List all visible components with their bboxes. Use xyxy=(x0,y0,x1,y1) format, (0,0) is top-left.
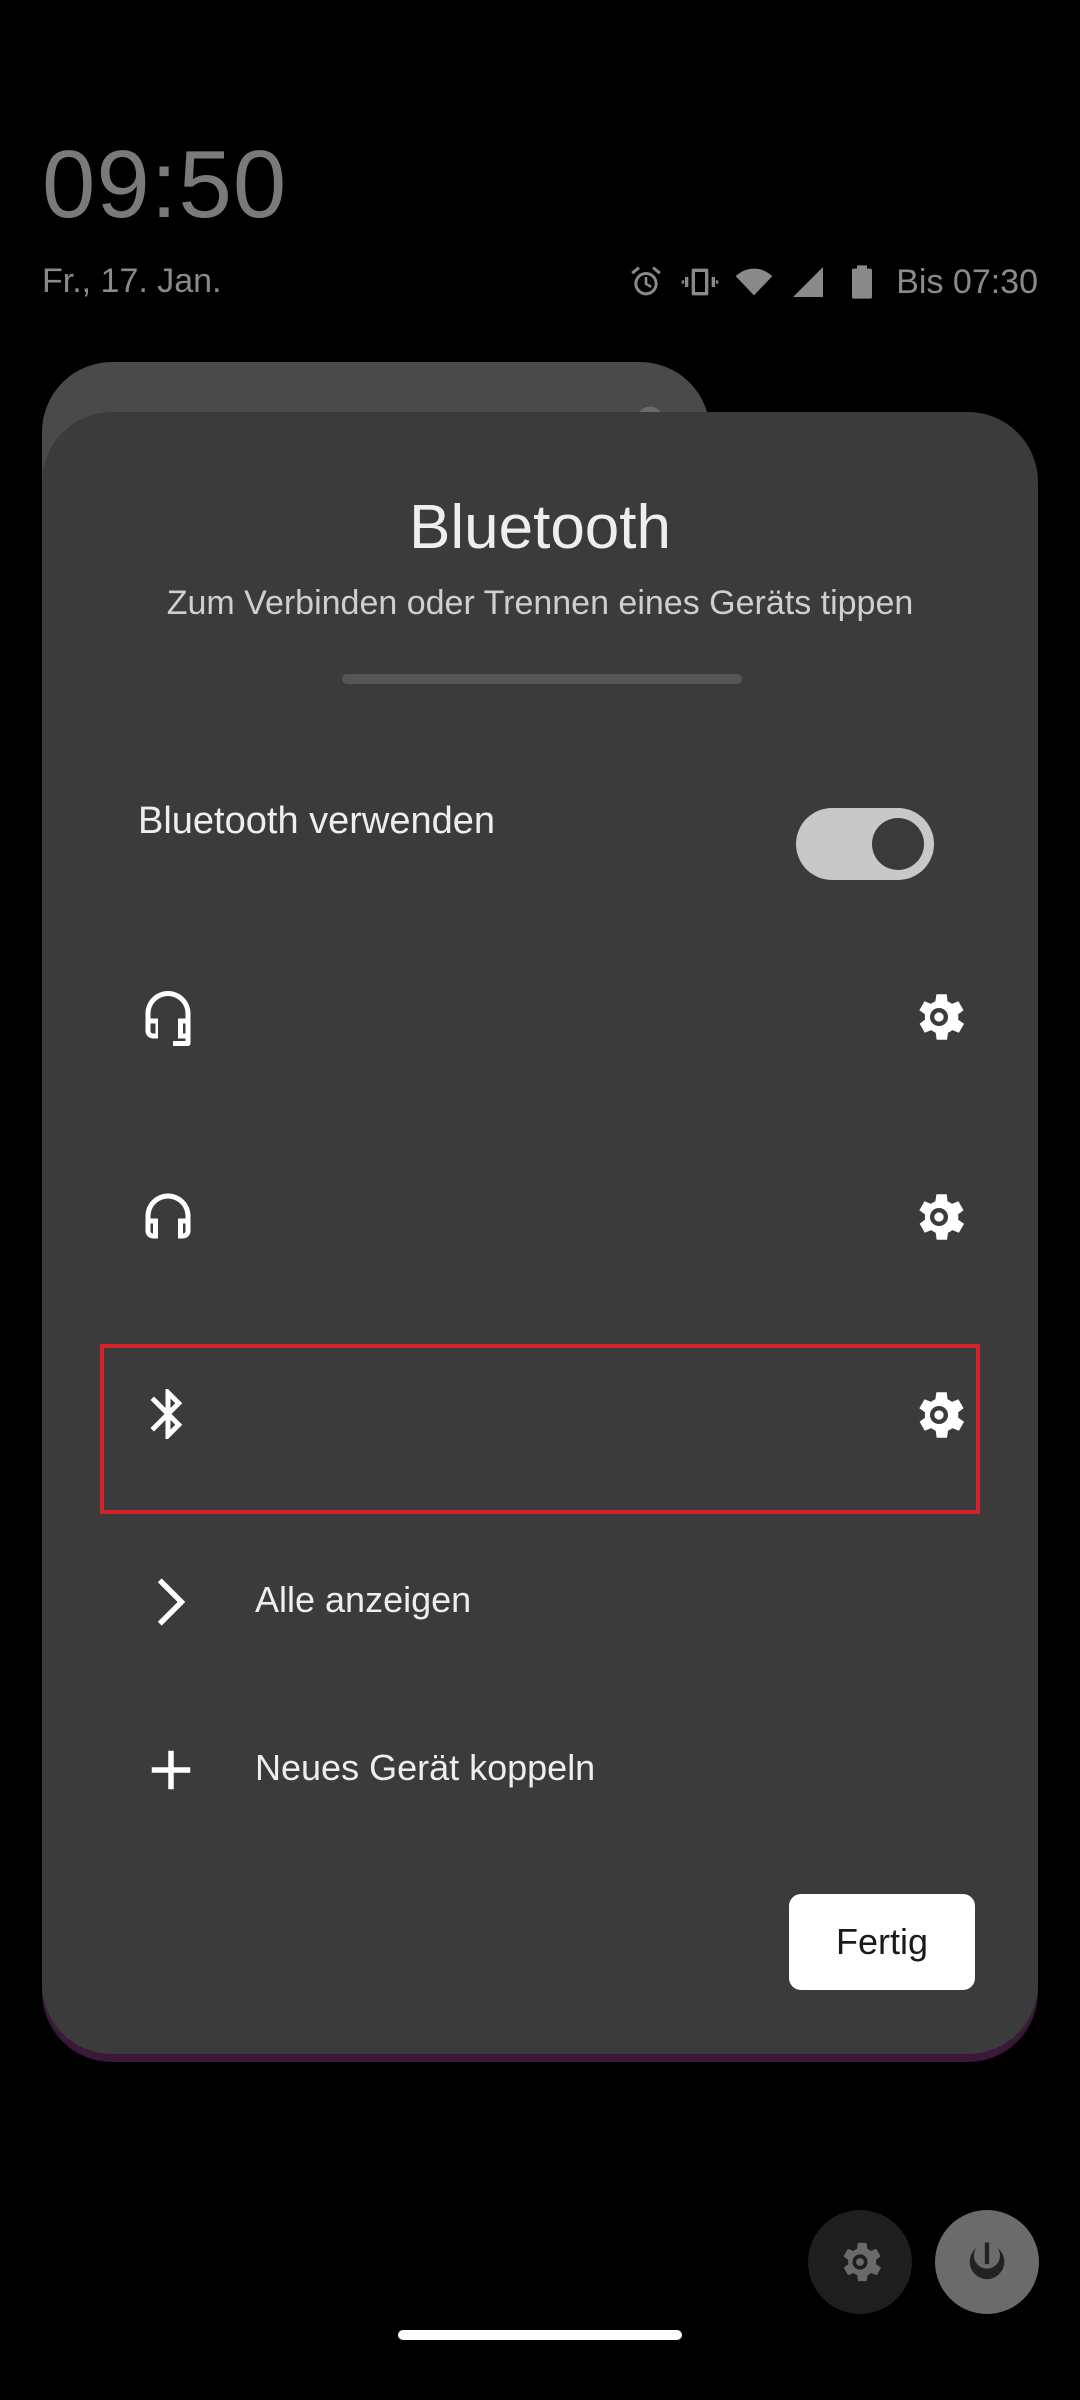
show-all-label: Alle anzeigen xyxy=(255,1579,472,1620)
bluetooth-toggle[interactable] xyxy=(796,808,934,880)
dialog-divider xyxy=(342,674,742,684)
device-row-3-highlighted[interactable] xyxy=(100,1344,980,1514)
plus-icon xyxy=(138,1737,204,1803)
chevron-right-icon xyxy=(138,1569,204,1635)
vibrate-icon xyxy=(680,262,720,302)
toggle-knob xyxy=(872,818,924,870)
settings-gear-icon xyxy=(843,2242,882,2282)
device-row-1[interactable] xyxy=(100,930,980,1100)
pair-new-device-row[interactable]: Neues Gerät koppeln xyxy=(100,1695,980,1845)
alarm-text: Bis 07:30 xyxy=(896,262,1038,301)
device-settings-gear-icon[interactable] xyxy=(908,1186,970,1248)
wifi-icon xyxy=(734,262,774,302)
status-bar-right: Bis 07:30 xyxy=(626,262,1038,302)
device-settings-gear-icon[interactable] xyxy=(908,986,970,1048)
signal-icon xyxy=(788,262,828,302)
pair-new-device-label: Neues Gerät koppeln xyxy=(255,1747,596,1788)
headset-mic-icon xyxy=(138,986,198,1046)
device-settings-gear-icon[interactable] xyxy=(908,1384,970,1446)
show-all-row[interactable]: Alle anzeigen xyxy=(100,1527,980,1677)
alarm-icon xyxy=(626,262,666,302)
power-button[interactable] xyxy=(935,2210,1039,2314)
screen: 09:50 Fr., 17. Jan. Bis 07:30 Bluetooth … xyxy=(0,0,1080,2400)
dialog-title: Bluetooth xyxy=(409,493,671,562)
lockscreen-clock: 09:50 xyxy=(42,131,288,238)
power-icon xyxy=(969,2242,1005,2280)
navigation-handle[interactable] xyxy=(398,2330,682,2340)
dialog-subtitle: Zum Verbinden oder Trennen eines Geräts … xyxy=(166,584,914,622)
bluetooth-toggle-row[interactable]: Bluetooth verwenden xyxy=(42,752,1038,902)
battery-icon xyxy=(842,262,882,302)
settings-button[interactable] xyxy=(808,2210,912,2314)
device-row-2[interactable] xyxy=(100,1130,980,1300)
headphones-icon xyxy=(138,1186,198,1246)
bluetooth-icon xyxy=(138,1384,198,1444)
done-button[interactable]: Fertig xyxy=(789,1894,975,1990)
bluetooth-dialog: Bluetooth Zum Verbinden oder Trennen ein… xyxy=(42,412,1038,2054)
toggle-label: Bluetooth verwenden xyxy=(138,800,496,842)
lockscreen-date: Fr., 17. Jan. xyxy=(42,262,222,300)
